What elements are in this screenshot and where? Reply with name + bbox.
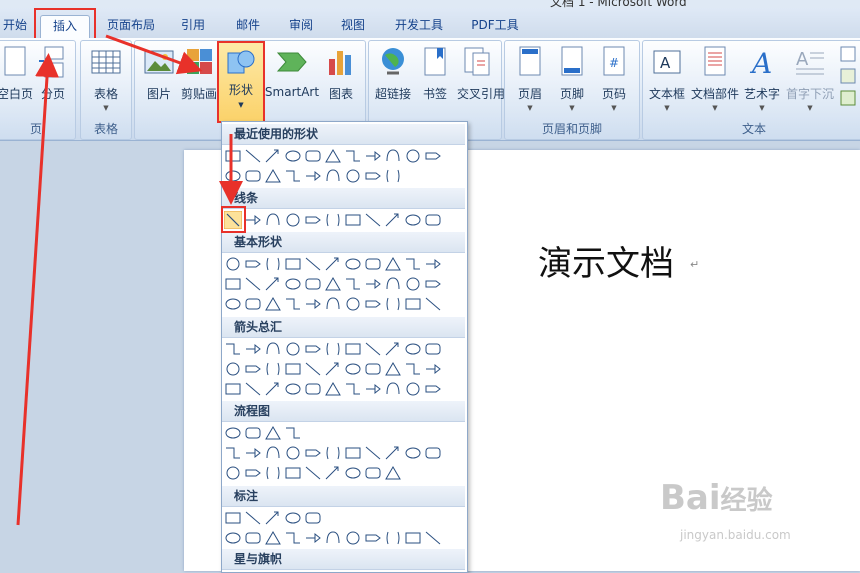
baidu-watermark: Bai经验 [660, 478, 773, 518]
arrow-to-shapes-button [105, 34, 203, 75]
arrow-to-insert-tab [16, 53, 60, 526]
watermark-url: jingyan.baidu.com [680, 528, 791, 542]
